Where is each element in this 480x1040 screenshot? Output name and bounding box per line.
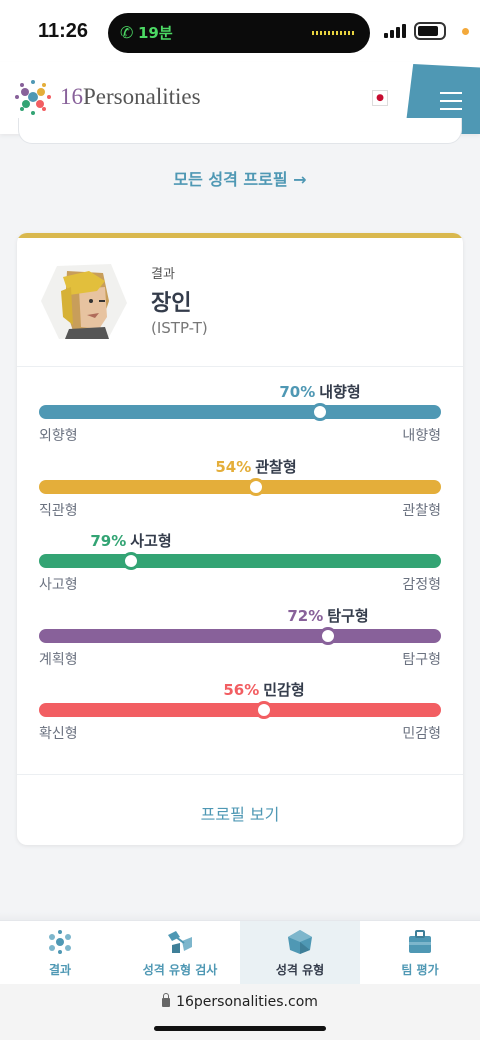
result-type-name: 장인 [151,291,192,316]
home-indicator[interactable] [154,1026,326,1031]
battery-icon [414,22,446,40]
tab-label: 팀 평가 [401,963,439,977]
privacy-dot-icon [462,28,469,35]
result-card: 결과 장인 (ISTP-T) 70% 내향형 외향형 내향형 54% 관찰형 직관형 관찰형 7… [17,233,463,845]
trait-row: 70% 내향형 외향형 내향형 [39,381,441,444]
call-duration: 19분 [138,24,173,42]
trait-percent: 70% [279,383,316,401]
trait-row: 72% 탐구형 계획형 탐구형 [39,605,441,668]
results-icon [49,930,71,954]
trait-marker [122,552,140,570]
trait-right-pole: 감정형 [402,577,441,593]
trait-left-pole: 직관형 [39,503,78,519]
trait-label: 56% 민감형 [223,679,304,700]
trait-right-pole: 민감형 [402,726,441,742]
trait-percent: 79% [90,532,127,550]
trait-name: 관찰형 [255,458,297,476]
virtuoso-avatar-icon [41,264,127,339]
trait-marker [311,403,329,421]
trait-right-pole: 내향형 [402,428,441,444]
trait-label: 70% 내향형 [279,381,360,402]
url-text[interactable]: 16personalities.com [176,994,318,1010]
divider [17,366,463,367]
bottom-tab-bar: 결과 성격 유형 검사 성격 유형 팀 평가 [0,920,480,985]
trait-name: 사고형 [130,532,172,550]
result-type-code: (ISTP-T) [151,319,208,337]
trait-percent: 54% [215,458,252,476]
trait-name: 탐구형 [327,607,369,625]
tab-label: 결과 [48,963,72,977]
trait-marker [319,627,337,645]
trait-bar [39,703,441,717]
dynamic-island[interactable]: ✆ 19분 [108,13,370,53]
divider [17,774,463,775]
audio-wave-icon [312,31,356,35]
types-icon [288,930,312,954]
korea-flag-icon[interactable]: ● [372,90,388,106]
team-icon [409,930,431,953]
tab-test[interactable]: 성격 유형 검사 [120,921,240,985]
trait-label: 72% 탐구형 [287,605,368,626]
trait-bar [39,629,441,643]
trait-row: 54% 관찰형 직관형 관찰형 [39,456,441,519]
card-accent [17,233,463,238]
tab-team[interactable]: 팀 평가 [360,921,480,985]
trait-row: 79% 사고형 사고형 감정형 [39,530,441,593]
tab-label: 성격 유형 [275,963,325,977]
phone-icon: ✆ [120,23,134,42]
trait-left-pole: 외향형 [39,428,78,444]
trait-name: 민감형 [263,681,305,699]
trait-right-pole: 관찰형 [402,503,441,519]
trait-left-pole: 확신형 [39,726,78,742]
trait-bar [39,405,441,419]
browser-url-bar[interactable]: 16personalities.com [0,984,480,1040]
logo-icon[interactable] [12,76,54,118]
trait-bar [39,480,441,494]
logo-text[interactable]: 16Personalities [60,84,201,110]
trait-right-pole: 탐구형 [402,652,441,668]
tab-types[interactable]: 성격 유형 [240,921,360,985]
hamburger-icon[interactable] [440,92,462,110]
all-profiles-link[interactable]: 모든 성격 프로필 → [0,166,480,190]
clock: 11:26 [38,20,89,42]
result-label: 결과 [151,267,175,282]
trait-marker [247,478,265,496]
previous-card-edge [18,118,462,144]
trait-marker [255,701,273,719]
tab-results[interactable]: 결과 [0,921,120,985]
view-profile-link[interactable]: 프로필 보기 [17,801,463,825]
trait-left-pole: 사고형 [39,577,78,593]
status-bar: 11:26 ✆ 19분 [0,0,480,62]
trait-label: 54% 관찰형 [215,456,296,477]
trait-left-pole: 계획형 [39,652,78,668]
trait-percent: 56% [223,681,260,699]
trait-percent: 72% [287,607,324,625]
trait-bar [39,554,441,568]
test-icon [168,931,192,953]
signal-icon [384,24,408,38]
trait-row: 56% 민감형 확신형 민감형 [39,679,441,742]
lock-icon [162,993,171,1007]
tab-label: 성격 유형 검사 [142,963,218,977]
trait-label: 79% 사고형 [90,530,171,551]
trait-name: 내향형 [319,383,361,401]
